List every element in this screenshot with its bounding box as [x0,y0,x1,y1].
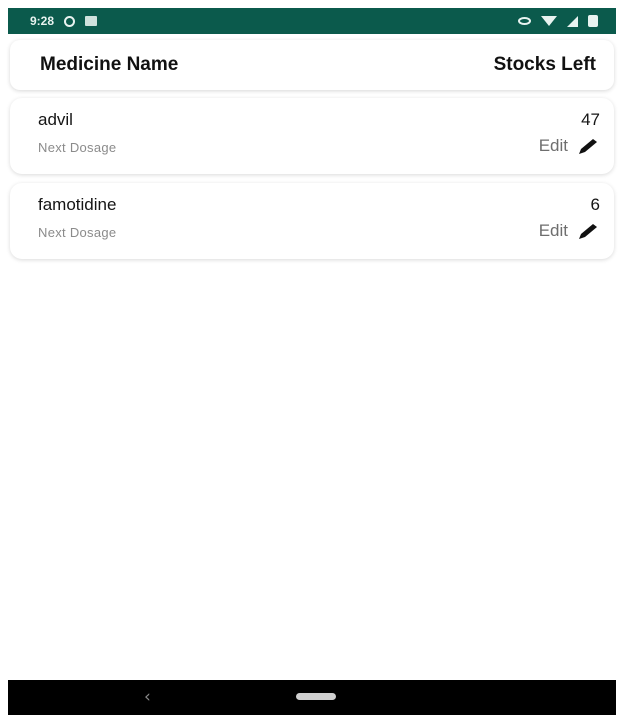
pencil-icon [579,224,597,239]
sync-icon [64,15,76,27]
next-dosage-label: Next Dosage [38,140,117,155]
edit-button[interactable]: Edit [539,221,600,241]
medicine-name-header: Medicine Name [40,54,179,75]
edit-button[interactable]: Edit [539,136,600,156]
navigation-bar: ‹ [8,680,616,715]
medicine-card[interactable]: advil Next Dosage 47 Edit [10,98,614,174]
stock-count: 47 [581,110,600,129]
status-bar: 9:28 [8,8,616,34]
status-time: 9:28 [30,14,55,28]
back-icon[interactable]: ‹ [144,687,151,707]
image-icon [85,16,98,26]
battery-icon [588,15,598,27]
wifi-icon [541,16,557,26]
edit-label: Edit [538,221,568,240]
stocks-left-header: Stocks Left [493,54,596,75]
signal-icon [567,15,578,27]
list-header: Medicine Name Stocks Left [10,40,614,90]
next-dosage-label: Next Dosage [38,225,117,240]
pencil-icon [579,139,597,154]
stock-count: 6 [590,195,600,214]
medicine-name: famotidine [38,195,117,214]
status-left: 9:28 [30,14,98,28]
eye-icon [518,17,531,25]
medicine-name: advil [38,110,73,129]
app-screen: 9:28 Medicine Name Stocks Left advil Nex… [0,0,624,715]
status-right [518,15,598,27]
edit-label: Edit [538,136,568,155]
home-pill-icon[interactable] [296,693,336,700]
medicine-card[interactable]: famotidine Next Dosage 6 Edit [10,183,614,259]
